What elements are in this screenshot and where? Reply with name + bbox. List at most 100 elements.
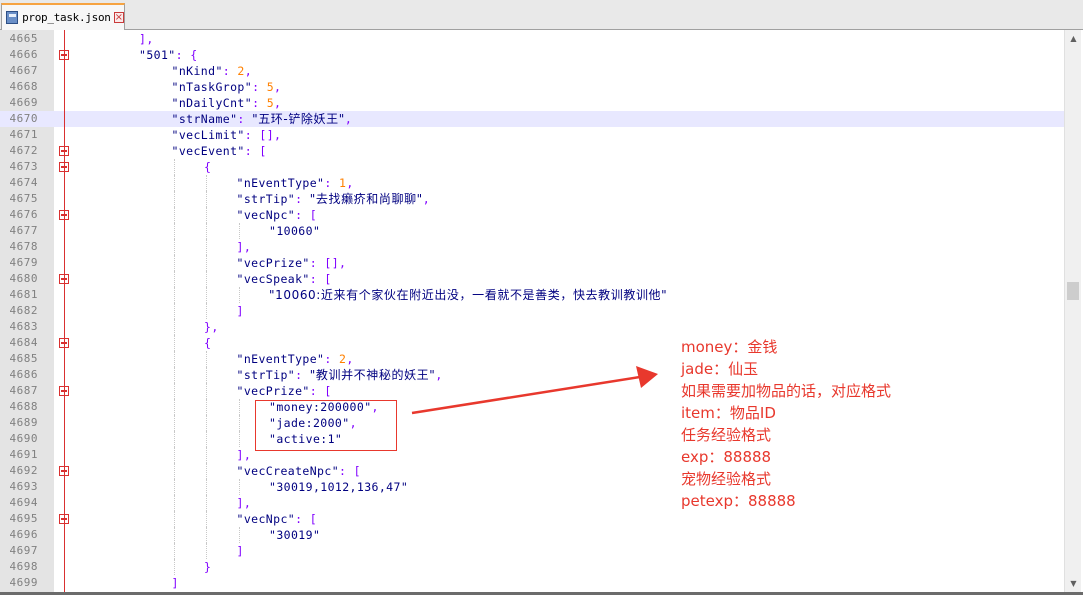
- code-token: "vecCreateNpc": [236, 464, 340, 478]
- scroll-down-arrow-icon[interactable]: ▼: [1065, 575, 1082, 592]
- code-line[interactable]: 4692 "vecCreateNpc": [: [0, 463, 1064, 479]
- code-token: {: [204, 160, 212, 174]
- code-token: {: [204, 336, 212, 350]
- code-text: ]: [237, 303, 244, 319]
- code-token: "去找癞疥和尚聊聊": [309, 192, 423, 206]
- code-token: "strTip": [236, 368, 296, 382]
- code-line[interactable]: 4676 "vecNpc": [: [0, 207, 1064, 223]
- indent-guide: [173, 175, 175, 191]
- code-token: : [: [244, 144, 267, 158]
- code-line[interactable]: 4693 "30019,1012,136,47": [0, 479, 1064, 495]
- scroll-up-arrow-icon[interactable]: ▲: [1065, 30, 1082, 47]
- code-text: "vecCreateNpc": [: [237, 463, 362, 479]
- vertical-scrollbar[interactable]: ▲ ▼: [1064, 30, 1081, 592]
- code-line[interactable]: 4681 "10060:近来有个家伙在附近出没，一看就不是善类，快去教训教训他": [0, 287, 1064, 303]
- annotation-arrow: [411, 366, 658, 415]
- indent-guide: [173, 255, 175, 271]
- indent-guide: [206, 431, 207, 447]
- arrow-shaft: [411, 375, 641, 415]
- code-line[interactable]: 4677 "10060": [0, 223, 1064, 239]
- code-line[interactable]: 4691],: [0, 447, 1064, 463]
- code-token: :: [222, 64, 238, 78]
- code-line[interactable]: 4672 "vecEvent": [: [0, 143, 1064, 159]
- code-text: {: [204, 335, 211, 351]
- file-tab[interactable]: prop_task.json ×: [1, 3, 125, 30]
- code-token: : [],: [244, 128, 282, 142]
- code-line[interactable]: 4690 "active:1": [0, 431, 1064, 447]
- code-editor[interactable]: 4665], 4666 "501": {4667 "nKind": 2, 4668 "nT…: [0, 30, 1064, 592]
- code-line[interactable]: 4699]: [0, 575, 1064, 591]
- code-token: "501": [139, 48, 176, 62]
- code-line[interactable]: 4675 "strTip": "去找癞疥和尚聊聊",: [0, 191, 1064, 207]
- code-text: "nTaskGrop": 5,: [172, 79, 282, 95]
- code-token: :: [324, 176, 340, 190]
- code-line[interactable]: 4695 "vecNpc": [: [0, 511, 1064, 527]
- indent-guide: [206, 287, 207, 303]
- tab-bar: prop_task.json ×: [0, 0, 1083, 30]
- code-line[interactable]: 4667 "nKind": 2,: [0, 63, 1064, 79]
- indent-guide: [173, 351, 175, 367]
- line-number: 4669: [9, 96, 38, 109]
- code-token: "vecSpeak": [236, 272, 310, 286]
- indent-guide: [173, 159, 175, 175]
- code-text: ],: [237, 447, 252, 463]
- indent-guide: [173, 271, 175, 287]
- line-number: 4691: [9, 448, 38, 461]
- indent-guide: [238, 415, 240, 431]
- indent-guide: [206, 207, 207, 223]
- code-token: :: [324, 352, 340, 366]
- annotation-notes: money：金钱 jade：仙玉 如果需要加物品的话，对应格式 item：物品ID 任务…: [681, 336, 891, 512]
- line-number: 4693: [9, 480, 38, 493]
- code-text: "nKind": 2,: [172, 63, 253, 79]
- code-text: ],: [139, 31, 154, 47]
- code-line[interactable]: 4673 {: [0, 159, 1064, 175]
- line-number: 4674: [9, 176, 38, 189]
- code-token: :: [295, 368, 310, 382]
- code-text: "10060:近来有个家伙在附近出没，一看就不是善类，快去教训教训他": [269, 287, 667, 303]
- line-number: 4670: [9, 112, 38, 125]
- indent-guide: [238, 479, 240, 495]
- code-text: "strTip": "去找癞疥和尚聊聊",: [237, 191, 431, 207]
- code-token: : [: [295, 208, 318, 222]
- code-token: "nKind": [171, 64, 223, 78]
- code-line[interactable]: 4694],: [0, 495, 1064, 511]
- code-line[interactable]: 4669 "nDailyCnt": 5,: [0, 95, 1064, 111]
- code-line[interactable]: 4682]: [0, 303, 1064, 319]
- code-token: "strTip": [236, 192, 296, 206]
- code-line[interactable]: 4683},: [0, 319, 1064, 335]
- close-icon[interactable]: ×: [113, 12, 124, 23]
- code-token: : [: [339, 464, 362, 478]
- code-line[interactable]: 4684 {: [0, 335, 1064, 351]
- code-line[interactable]: 4680 "vecSpeak": [: [0, 271, 1064, 287]
- code-token: ],: [139, 32, 154, 46]
- code-line[interactable]: 4671 "vecLimit": [],: [0, 127, 1064, 143]
- code-line[interactable]: 4678],: [0, 239, 1064, 255]
- line-number: 4688: [9, 400, 38, 413]
- code-token: 5: [266, 80, 275, 94]
- indent-guide: [206, 399, 207, 415]
- line-number: 4671: [9, 128, 38, 141]
- scroll-thumb[interactable]: [1067, 281, 1079, 300]
- code-token: ,: [344, 112, 353, 126]
- code-line[interactable]: 4665],: [0, 31, 1064, 47]
- indent-guide: [206, 495, 207, 511]
- indent-guide: [238, 527, 240, 543]
- code-line[interactable]: 4696 "30019": [0, 527, 1064, 543]
- code-line[interactable]: 4666 "501": {: [0, 47, 1064, 63]
- code-token: :: [237, 112, 253, 126]
- code-line[interactable]: 4698}: [0, 559, 1064, 575]
- arrow-head: [636, 366, 658, 388]
- code-text: "vecNpc": [: [237, 511, 318, 527]
- code-line[interactable]: 4670 "strName": "五环-铲除妖王",: [0, 111, 1064, 127]
- indent-guide: [173, 399, 175, 415]
- line-number: 4698: [9, 560, 38, 573]
- code-line[interactable]: 4668 "nTaskGrop": 5,: [0, 79, 1064, 95]
- indent-guide: [173, 367, 175, 383]
- code-line[interactable]: 4679 "vecPrize": [],: [0, 255, 1064, 271]
- code-line[interactable]: 4674 "nEventType": 1,: [0, 175, 1064, 191]
- code-line[interactable]: 4697]: [0, 543, 1064, 559]
- code-text: "vecPrize": [: [237, 383, 332, 399]
- code-token: :: [295, 192, 310, 206]
- indent-guide: [173, 463, 175, 479]
- line-number: 4697: [9, 544, 38, 557]
